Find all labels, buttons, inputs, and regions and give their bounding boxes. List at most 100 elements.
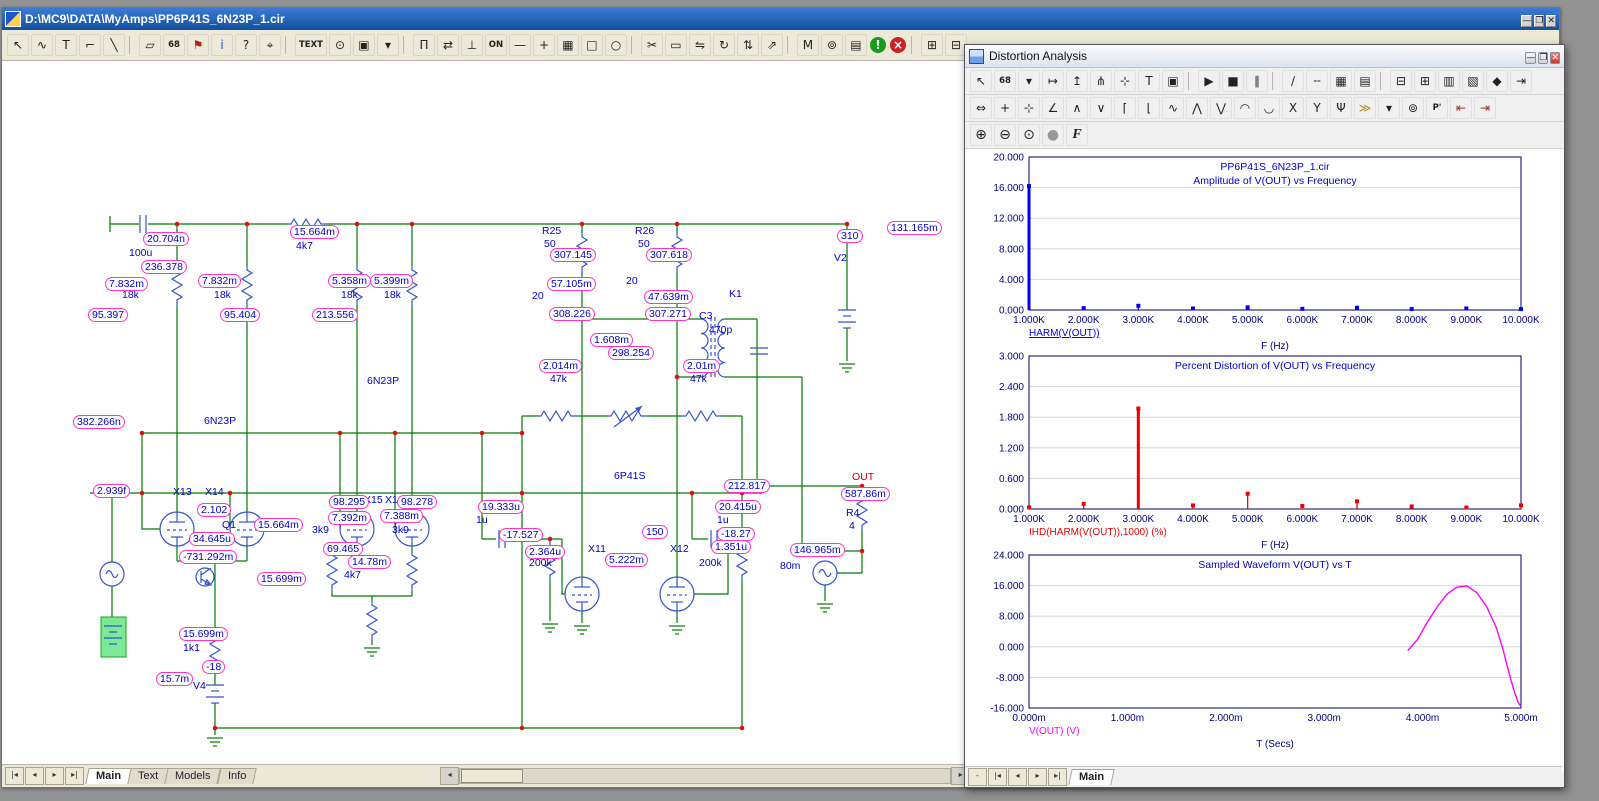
bottom-button[interactable]: ◡ xyxy=(1258,97,1280,119)
wire-tool[interactable]: ⌐ xyxy=(79,34,101,56)
data-points-toggle[interactable]: ▦ xyxy=(1330,70,1352,92)
chart-distortion[interactable]: 0.0000.6001.2001.8002.4003.0001.000K2.00… xyxy=(973,351,1551,550)
crosshair-tool[interactable]: + xyxy=(533,34,555,56)
maximize-button[interactable]: ❐ xyxy=(1534,15,1544,27)
calculator-button[interactable]: ⇥ xyxy=(1474,97,1496,119)
last-page-button[interactable]: ▸| xyxy=(1048,768,1067,786)
animate-button[interactable]: ≫ xyxy=(1354,97,1376,119)
ellipse-tool[interactable]: ○ xyxy=(605,34,627,56)
point-tag-tool[interactable]: ⌖ xyxy=(259,34,281,56)
dashed-style-button[interactable]: ╌ xyxy=(1306,70,1328,92)
power-toggle[interactable]: ON xyxy=(485,34,507,56)
go-to-y-button[interactable]: Y xyxy=(1306,97,1328,119)
text-tool[interactable]: T xyxy=(55,34,77,56)
vertical-axes-button[interactable]: ▧ xyxy=(1462,70,1484,92)
exit-analysis-button[interactable]: ⇥ xyxy=(1510,70,1532,92)
main-titlebar[interactable]: D:\MC9\DATA\MyAmps\PP6P41S_6N23P_1.cir —… xyxy=(2,8,1559,30)
sheet-tab-main[interactable]: Main xyxy=(85,768,131,784)
waveform-buffer-button[interactable]: ⊚ xyxy=(1402,97,1424,119)
step-tool[interactable]: ⇗ xyxy=(761,34,783,56)
check-button[interactable]: ! xyxy=(870,37,886,53)
point-tag-mode-button[interactable]: ⊹ xyxy=(1018,97,1040,119)
valley-button[interactable]: ∨ xyxy=(1090,97,1112,119)
grid-plot-button[interactable]: ⊞ xyxy=(1414,70,1436,92)
graphics-tool[interactable]: ▱ xyxy=(139,34,161,56)
fft-button[interactable]: F xyxy=(1066,124,1088,146)
global-low-button[interactable]: ⋁ xyxy=(1210,97,1232,119)
animate-options-dropdown[interactable]: ▾ xyxy=(1378,97,1400,119)
search-button[interactable]: ⊙ xyxy=(329,34,351,56)
line-style-button[interactable]: ∕ xyxy=(1282,70,1304,92)
next-page-button[interactable]: ▸ xyxy=(45,767,64,785)
low-button[interactable]: ⌊ xyxy=(1138,97,1160,119)
flip-tool[interactable]: ⇅ xyxy=(737,34,759,56)
select-arrow-tool[interactable]: ↖ xyxy=(7,34,29,56)
global-high-button[interactable]: ⋀ xyxy=(1186,97,1208,119)
tag-horizontal-tool[interactable]: ↦ xyxy=(1042,70,1064,92)
first-page-button[interactable]: |◂ xyxy=(5,767,24,785)
properties-tool[interactable]: ▣ xyxy=(1162,70,1184,92)
minimize-button[interactable]: — xyxy=(1521,15,1532,27)
find-tool[interactable]: ⊚ xyxy=(821,34,843,56)
splitter-button[interactable]: - xyxy=(968,768,987,786)
analysis-titlebar[interactable]: Distortion Analysis —❐✕ xyxy=(965,45,1564,68)
cursor-mode-button[interactable]: + xyxy=(994,97,1016,119)
help-mode-tool[interactable]: ? xyxy=(235,34,257,56)
sheet-tab-text[interactable]: Text xyxy=(127,768,169,784)
close-button[interactable]: ✕ xyxy=(1550,52,1560,64)
inflection-button[interactable]: ∿ xyxy=(1162,97,1184,119)
high-button[interactable]: ⌈ xyxy=(1114,97,1136,119)
next-page-button[interactable]: ▸ xyxy=(1028,768,1047,786)
horizontal-axes-button[interactable]: ▥ xyxy=(1438,70,1460,92)
numeric-output-p-button[interactable]: P' xyxy=(1426,97,1448,119)
go-to-branch-button[interactable]: Ψ xyxy=(1330,97,1352,119)
prev-page-button[interactable]: ◂ xyxy=(1008,768,1027,786)
grid-dropdown[interactable]: ▦ xyxy=(557,34,579,56)
pause-button[interactable]: ∥ xyxy=(1246,70,1268,92)
text-editor-button[interactable]: TEXT xyxy=(295,34,327,56)
slope-tool-button[interactable]: ∠ xyxy=(1042,97,1064,119)
fourier-window-button[interactable]: ⇤ xyxy=(1450,97,1472,119)
prev-page-button[interactable]: ◂ xyxy=(25,767,44,785)
region-tool[interactable]: ▭ xyxy=(665,34,687,56)
three-d-button[interactable]: ◆ xyxy=(1486,70,1508,92)
object-dropdown-arrow[interactable]: ▾ xyxy=(1018,70,1040,92)
selected-component-highlight[interactable] xyxy=(101,617,126,657)
numeric-output-toggle[interactable]: ▤ xyxy=(1354,70,1376,92)
browse-tool[interactable]: ▤ xyxy=(845,34,867,56)
rect-tool[interactable]: □ xyxy=(581,34,603,56)
minimize-button[interactable]: — xyxy=(1525,52,1536,64)
chart-amplitude[interactable]: 0.0004.0008.00012.00016.00020.0001.000K2… xyxy=(973,152,1551,351)
run-button[interactable]: ▶ xyxy=(1198,70,1220,92)
sheet-tab-info[interactable]: Info xyxy=(217,768,257,784)
maximize-button[interactable]: ❐ xyxy=(1538,52,1548,64)
error-button[interactable]: × xyxy=(890,37,906,53)
flag-tool[interactable]: ⚑ xyxy=(187,34,209,56)
rotate-tool[interactable]: ↻ xyxy=(713,34,735,56)
sheet-tab-models[interactable]: Models xyxy=(165,768,222,784)
last-page-button[interactable]: ▸| xyxy=(65,767,84,785)
macro-tool[interactable]: M xyxy=(797,34,819,56)
mirror-tool[interactable]: ⇋ xyxy=(689,34,711,56)
stamp-button[interactable]: ▣ xyxy=(353,34,375,56)
object-dropdown[interactable]: 68 xyxy=(994,70,1016,92)
charts-panel[interactable]: 0.0004.0008.00012.00016.00020.0001.000K2… xyxy=(965,149,1564,772)
copy-to-stack-button[interactable]: ⊞ xyxy=(921,34,943,56)
peak-button[interactable]: ∧ xyxy=(1066,97,1088,119)
find-component-tool[interactable]: 68 xyxy=(163,34,185,56)
digital-stimulus-tool[interactable]: Π xyxy=(413,34,435,56)
chart-waveform[interactable]: -16.000-8.0000.0008.00016.00024.0000.000… xyxy=(973,550,1551,749)
stop-button[interactable]: ■ xyxy=(1222,70,1244,92)
autoscale-button[interactable]: ● xyxy=(1042,124,1064,146)
cursor-tool[interactable]: ⊹ xyxy=(1114,70,1136,92)
tag-vertical-tool[interactable]: ↥ xyxy=(1066,70,1088,92)
zoom-in-button[interactable]: ⊕ xyxy=(970,124,992,146)
scale-mode-button[interactable]: ⇔ xyxy=(970,97,992,119)
diagonal-wire-tool[interactable]: ╲ xyxy=(103,34,125,56)
top-button[interactable]: ◠ xyxy=(1234,97,1256,119)
ground-tool[interactable]: ⊥ xyxy=(461,34,483,56)
cut-tool[interactable]: ✂ xyxy=(641,34,663,56)
single-plot-button[interactable]: ⊟ xyxy=(1390,70,1412,92)
hscroll-track[interactable] xyxy=(459,768,951,784)
info-tool[interactable]: i xyxy=(211,34,233,56)
